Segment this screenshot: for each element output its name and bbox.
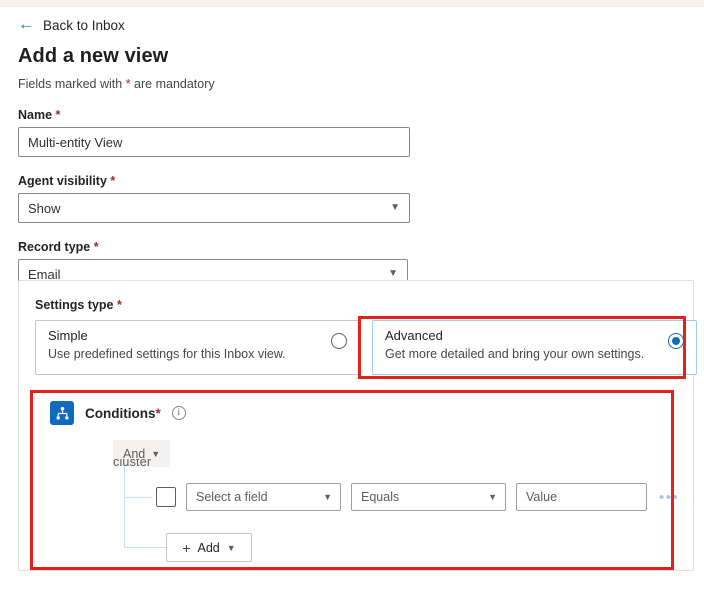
conditions-hierarchy-icon	[50, 401, 74, 425]
settings-type-label: Settings type *	[35, 298, 122, 312]
clipped-text-artifact: cluster	[113, 459, 152, 468]
condition-field-select[interactable]: Select a field ▼	[186, 483, 341, 511]
back-to-inbox-link[interactable]: ← Back to Inbox	[0, 7, 125, 33]
mandatory-note-after: are mandatory	[130, 77, 215, 91]
agent-visibility-label: Agent visibility *	[18, 174, 704, 188]
condition-value-placeholder: Value	[526, 490, 558, 504]
condition-overflow-menu-icon[interactable]: •••	[659, 490, 679, 505]
settings-panel: Settings type * Simple Use predefined se…	[18, 280, 697, 571]
settings-type-options: Simple Use predefined settings for this …	[35, 320, 697, 375]
conditions-block: Conditions* i	[35, 393, 679, 565]
agent-visibility-select[interactable]: Show ▼	[18, 193, 410, 223]
conditions-header: Conditions* i	[35, 393, 679, 425]
condition-checkbox[interactable]	[156, 487, 176, 507]
chevron-down-icon: ▼	[323, 491, 332, 502]
tree-connector-add	[124, 547, 166, 548]
radio-advanced[interactable]	[668, 333, 684, 349]
add-button-label: Add	[197, 540, 220, 555]
condition-operator-select[interactable]: Equals ▼	[351, 483, 506, 511]
conditions-required-asterisk: *	[155, 405, 161, 421]
mandatory-note: Fields marked with * are mandatory	[18, 77, 704, 91]
name-label-text: Name	[18, 108, 53, 122]
field-agent-visibility: Agent visibility * Show ▼	[18, 174, 704, 223]
settings-type-required-asterisk: *	[116, 298, 122, 312]
page-title: Add a new view	[18, 45, 169, 67]
condition-value-input[interactable]: Value	[516, 483, 647, 511]
record-type-required-asterisk: *	[93, 240, 99, 254]
radio-simple[interactable]	[331, 333, 347, 349]
agent-visibility-required-asterisk: *	[110, 174, 116, 188]
settings-type-label-text: Settings type	[35, 298, 114, 312]
top-strip	[0, 0, 704, 7]
page-body: ← Back to Inbox Add a new view Fields ma…	[0, 7, 704, 289]
back-to-inbox-label: Back to Inbox	[43, 17, 125, 33]
advanced-title: Advanced	[385, 328, 443, 343]
advanced-description: Get more detailed and bring your own set…	[385, 347, 645, 361]
chevron-down-icon: ▼	[390, 202, 400, 213]
condition-row: Select a field ▼ Equals ▼ Value •••	[156, 483, 679, 511]
condition-field-value: Select a field	[196, 490, 268, 504]
agent-visibility-value: Show	[28, 200, 61, 216]
plus-icon: +	[182, 539, 191, 556]
add-condition-button[interactable]: + Add ▼	[166, 533, 252, 562]
agent-visibility-label-text: Agent visibility	[18, 174, 107, 188]
name-input[interactable]: Multi-entity View	[18, 127, 410, 157]
settings-option-simple[interactable]: Simple Use predefined settings for this …	[35, 320, 360, 375]
field-name: Name * Multi-entity View	[18, 108, 704, 157]
record-type-label-text: Record type	[18, 240, 91, 254]
record-type-label: Record type *	[18, 240, 704, 254]
arrow-left-icon: ←	[18, 16, 34, 33]
tree-connector-vertical	[124, 466, 125, 547]
mandatory-note-before: Fields marked with	[18, 77, 126, 91]
settings-option-advanced[interactable]: Advanced Get more detailed and bring you…	[372, 320, 697, 375]
chevron-down-icon: ▼	[488, 491, 497, 502]
condition-operator-value: Equals	[361, 490, 400, 504]
conditions-title: Conditions*	[85, 406, 161, 421]
chevron-down-icon: ▼	[226, 542, 236, 553]
name-required-asterisk: *	[55, 108, 61, 122]
simple-title: Simple	[48, 328, 88, 343]
info-icon[interactable]: i	[171, 406, 186, 420]
chevron-down-icon: ▼	[151, 448, 161, 459]
name-label: Name *	[18, 108, 704, 122]
conditions-title-text: Conditions	[85, 405, 156, 421]
simple-description: Use predefined settings for this Inbox v…	[48, 347, 286, 361]
tree-connector-row	[124, 497, 152, 498]
name-input-value: Multi-entity View	[28, 134, 123, 150]
chevron-down-icon: ▼	[388, 268, 398, 279]
